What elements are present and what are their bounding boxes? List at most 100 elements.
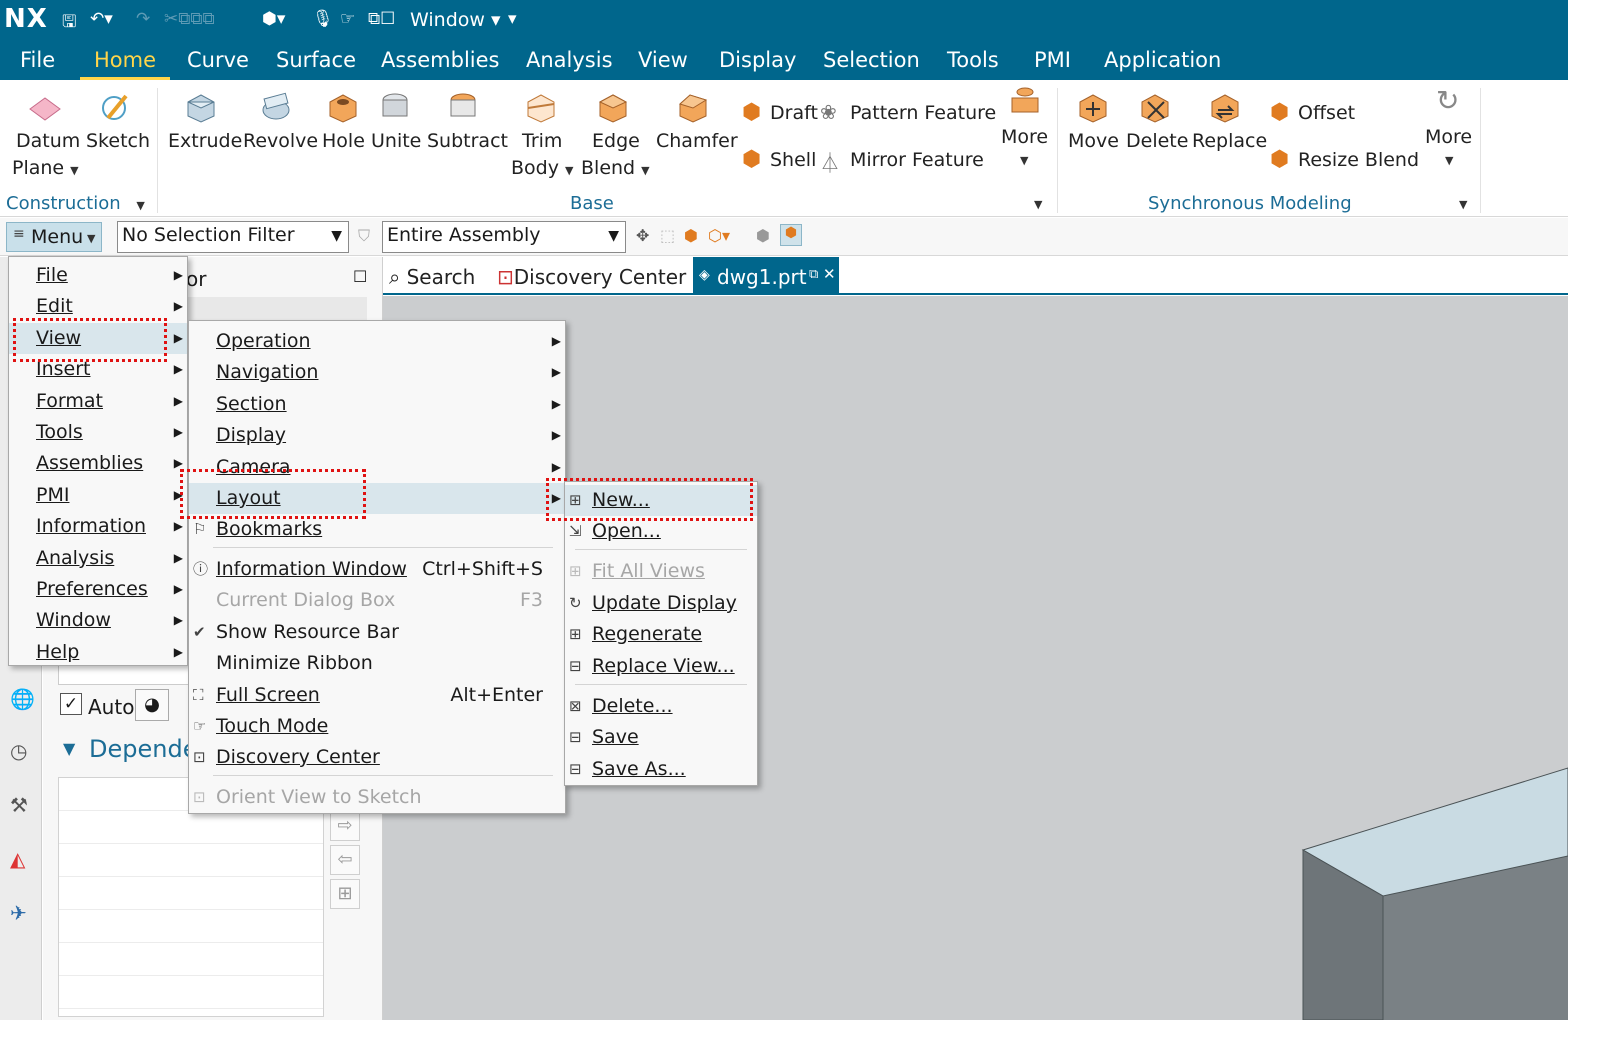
menu-item-analysis[interactable]: Analysis ▶ <box>9 543 187 574</box>
tab-curve[interactable]: Curve <box>187 48 249 72</box>
menu-item-file[interactable]: File ▶ <box>9 260 187 291</box>
tab-dwg1[interactable]: ◈ dwg1.prt ⧉ ✕ <box>693 257 839 295</box>
microphone-icon[interactable]: 🎙 <box>312 9 334 29</box>
menu-item-format[interactable]: Format ▶ <box>9 386 187 417</box>
revolve-button[interactable]: Revolve <box>241 88 318 188</box>
filter-icon[interactable]: ⛉ <box>358 226 370 246</box>
menu-item-preferences[interactable]: Preferences ▶ <box>9 574 187 605</box>
move-face-button[interactable]: Move <box>1066 88 1120 188</box>
touch-icon[interactable]: ☞ <box>340 9 355 29</box>
menu-item-touch-mode[interactable]: ☞ Touch Mode <box>189 711 565 742</box>
select-body-icon[interactable]: ⬢ <box>684 226 698 245</box>
wireframe-icon[interactable]: ⬢ <box>756 226 770 245</box>
menu-item-assemblies[interactable]: Assemblies ▶ <box>9 448 187 479</box>
roles-icon[interactable]: ⚒ <box>10 793 28 817</box>
highlight-icon[interactable]: ⬢ <box>780 224 802 246</box>
palette-icon[interactable]: ◭ <box>10 847 25 871</box>
menu-item-section[interactable]: Section ▶ <box>189 389 565 420</box>
tab-display[interactable]: Display <box>719 48 796 72</box>
part-icon[interactable]: ⬢▾ <box>262 9 285 29</box>
resize-blend-button[interactable]: ⬢ Resize Blend <box>1268 147 1419 177</box>
sync-more-button[interactable]: ↻ More ▼ <box>1422 84 1476 184</box>
auto-checkbox[interactable]: ✓ <box>60 693 82 715</box>
menu-item-layout-save-as[interactable]: ⊟ Save As... <box>565 754 757 785</box>
delete-face-button[interactable]: Delete <box>1124 88 1188 188</box>
discovery-icon: ⊡ <box>497 265 514 289</box>
auto-label: Auto <box>88 695 135 719</box>
maximize-icon[interactable]: ☐ <box>353 267 367 286</box>
window-dropdown[interactable]: Window ▾ <box>410 9 501 31</box>
pattern-feature-label: Pattern Feature <box>850 102 997 124</box>
draft-button[interactable]: ⬢ Draft <box>740 100 818 130</box>
collapse-icon[interactable]: ▼ <box>63 739 75 758</box>
customize-qat-icon[interactable]: ▾ <box>508 9 517 29</box>
menu-item-pmi[interactable]: PMI ▶ <box>9 480 187 511</box>
select-feature-icon[interactable]: ✥ <box>636 226 649 245</box>
sketch-button[interactable]: Sketch <box>84 88 150 188</box>
menu-item-display[interactable]: Display ▶ <box>189 420 565 451</box>
tab-discovery-center[interactable]: ⊡Discovery Center <box>497 265 686 289</box>
edge-blend-button[interactable]: Edge Blend ▼ <box>580 88 650 188</box>
tab-file[interactable]: File <box>20 48 55 72</box>
chamfer-button[interactable]: Chamfer <box>655 88 738 188</box>
menu-item-information-window[interactable]: ⓘ Information Window Ctrl+Shift+S <box>189 554 565 585</box>
extrude-button[interactable]: Extrude <box>166 88 242 188</box>
menu-item-navigation[interactable]: Navigation ▶ <box>189 357 565 388</box>
zoom-icon[interactable]: ⊞ <box>330 879 360 909</box>
arrow-left-icon[interactable]: ⇦ <box>330 845 360 875</box>
mirror-feature-button[interactable]: ⏃ Mirror Feature <box>820 147 992 177</box>
web-browser-icon[interactable]: 🌐 <box>10 687 35 711</box>
menu-item-replace-view[interactable]: ⊟ Replace View... <box>565 651 757 682</box>
shell-button[interactable]: ⬢ Shell <box>740 147 818 177</box>
close-icon[interactable]: ✕ <box>823 265 836 283</box>
tab-search[interactable]: ⌕ Search <box>389 265 475 289</box>
undock-icon[interactable]: ⧉ <box>809 267 818 282</box>
menu-item-help[interactable]: Help ▶ <box>9 637 187 668</box>
history-icon[interactable]: ◷ <box>10 739 27 763</box>
menu-item-minimize-ribbon[interactable]: Minimize Ribbon <box>189 648 565 679</box>
group-base-expand[interactable]: ▼ <box>1034 198 1042 211</box>
menu-item-layout-save[interactable]: ⊟ Save <box>565 722 757 753</box>
menu-button[interactable]: ≡ Menu ▼ <box>6 222 102 252</box>
arrow-right-icon[interactable]: ⇨ <box>330 811 360 841</box>
subtract-button[interactable]: Subtract <box>426 88 508 188</box>
base-more-button[interactable]: More ▼ <box>998 84 1052 184</box>
tab-assemblies[interactable]: Assemblies <box>381 48 499 72</box>
menu-item-full-screen[interactable]: ⛶ Full Screen Alt+Enter <box>189 680 565 711</box>
hole-button[interactable]: Hole <box>320 88 368 188</box>
menu-item-tools[interactable]: Tools ▶ <box>9 417 187 448</box>
menu-item-update-display[interactable]: ↻ Update Display <box>565 588 757 619</box>
menu-item-discovery-center[interactable]: ⊡ Discovery Center <box>189 742 565 773</box>
menu-item-regenerate[interactable]: ⊞ Regenerate <box>565 619 757 650</box>
tab-view[interactable]: View <box>638 48 688 72</box>
offset-region-button[interactable]: ⬢ Offset <box>1268 100 1368 130</box>
undo-icon[interactable]: ↶▾ <box>90 9 113 29</box>
dependencies-header[interactable]: Depende <box>89 735 197 763</box>
group-sync-expand[interactable]: ▼ <box>1459 198 1467 211</box>
selection-filter-select[interactable]: No Selection Filter ▼ <box>117 221 349 253</box>
replace-face-button[interactable]: Replace <box>1190 88 1267 188</box>
assistant-icon[interactable]: ✈ <box>10 901 27 925</box>
menu-item-layout-delete[interactable]: ⊠ Delete... <box>565 691 757 722</box>
save-icon[interactable]: 🖫 <box>62 9 76 38</box>
tab-pmi[interactable]: PMI <box>1034 48 1071 72</box>
tab-analysis[interactable]: Analysis <box>526 48 613 72</box>
tab-home[interactable]: Home <box>79 48 171 80</box>
unite-button[interactable]: Unite <box>370 88 422 188</box>
tab-application[interactable]: Application <box>1104 48 1221 72</box>
menu-item-window[interactable]: Window ▶ <box>9 605 187 636</box>
tab-selection[interactable]: Selection <box>823 48 920 72</box>
menu-item-operation[interactable]: Operation ▶ <box>189 326 565 357</box>
pattern-feature-button[interactable]: ❀ Pattern Feature <box>820 100 996 130</box>
selection-scope-select[interactable]: Entire Assembly ▼ <box>382 221 626 253</box>
tab-surface[interactable]: Surface <box>276 48 356 72</box>
menu-item-show-resource-bar[interactable]: ✔ Show Resource Bar <box>189 617 565 648</box>
preview-icon[interactable]: ◕ <box>135 689 169 721</box>
menu-item-information[interactable]: Information ▶ <box>9 511 187 542</box>
datum-plane-button[interactable]: Datum Plane ▼ <box>6 88 80 188</box>
window-switch-icon[interactable]: ⧉☐ <box>368 9 395 29</box>
trim-body-button[interactable]: Trim Body ▼ <box>508 88 578 188</box>
tab-tools[interactable]: Tools <box>947 48 999 72</box>
snap-point-icon[interactable]: ⬡▾ <box>708 226 730 245</box>
hole-label: Hole <box>322 130 365 152</box>
